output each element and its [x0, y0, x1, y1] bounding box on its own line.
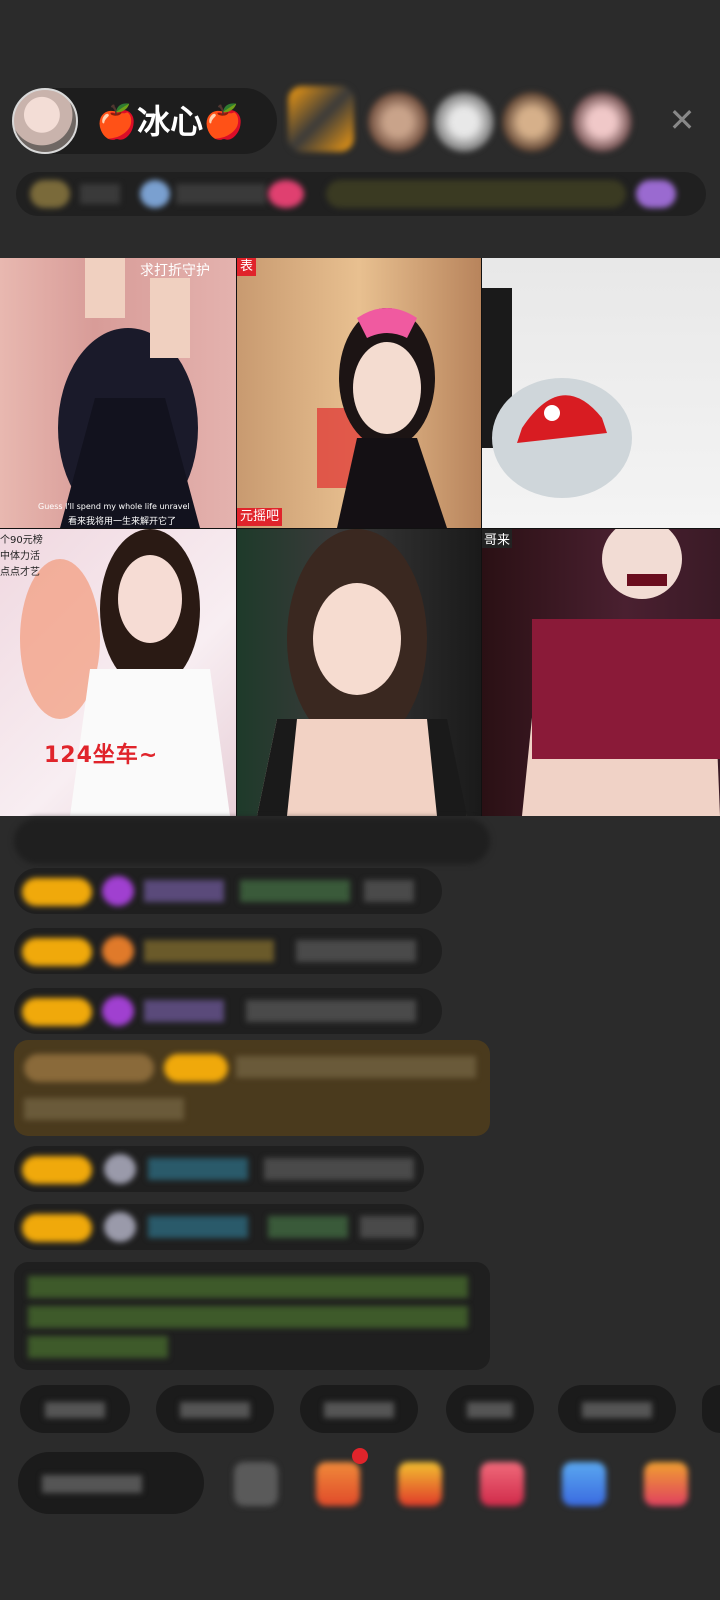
level-badge — [22, 998, 92, 1026]
chat-username[interactable] — [144, 880, 224, 902]
red-packet-icon[interactable] — [398, 1462, 442, 1506]
video-tile[interactable] — [237, 529, 481, 816]
video-tile[interactable]: 表 元摇吧 — [237, 258, 481, 528]
chat-input[interactable] — [18, 1452, 204, 1514]
tile-tag: 表 — [237, 258, 257, 276]
quick-reply-button[interactable] — [300, 1385, 418, 1433]
more-icon[interactable] — [644, 1462, 688, 1506]
rank-chip[interactable] — [30, 180, 70, 208]
tile-caption: 个90元榜 — [0, 535, 43, 546]
video-tile[interactable]: 求打折守护 Guess I'll spend my whole life unr… — [0, 258, 236, 528]
chat-message[interactable] — [14, 868, 442, 914]
host-name: 🍎冰心🍎 — [96, 102, 245, 141]
chat-content — [236, 1056, 476, 1078]
chat-username[interactable] — [144, 940, 274, 962]
chat-content — [24, 1098, 184, 1120]
gift-chip[interactable] — [636, 180, 676, 208]
video-frame — [257, 529, 467, 816]
chat-message[interactable] — [14, 818, 490, 864]
video-tile[interactable]: 哥来 — [482, 529, 720, 816]
chat-username[interactable] — [144, 1000, 224, 1022]
gift-icon[interactable] — [316, 1462, 360, 1506]
notice-text — [28, 1336, 168, 1358]
video-frame — [482, 288, 632, 498]
fan-badge-icon — [104, 1154, 136, 1184]
quick-reply-button[interactable] — [702, 1385, 720, 1433]
viewer-avatar[interactable] — [434, 92, 494, 152]
level-badge — [22, 878, 92, 906]
emoji-icon[interactable] — [234, 1462, 278, 1506]
chat-content — [364, 880, 414, 902]
quick-reply-button[interactable] — [156, 1385, 274, 1433]
hot-text — [176, 184, 266, 204]
video-frame — [317, 308, 447, 528]
fan-badge-icon — [102, 936, 134, 966]
video-frame — [58, 258, 200, 528]
chat-content — [360, 1216, 416, 1238]
chat-content — [264, 1158, 414, 1180]
tile-caption: 求打折守护 — [140, 263, 210, 279]
fan-badge-icon — [104, 1212, 136, 1242]
notice-text — [28, 1306, 468, 1328]
chat-content — [240, 880, 350, 902]
viewer-avatar[interactable] — [502, 92, 562, 152]
video-frame — [522, 529, 720, 816]
video-grid: 求打折守护 Guess I'll spend my whole life unr… — [0, 258, 720, 816]
fan-badge-icon — [102, 876, 134, 906]
host-avatar[interactable] — [12, 88, 78, 154]
notice-text — [28, 1276, 468, 1298]
tile-tag: 哥来 — [482, 529, 513, 548]
chat-content — [268, 1216, 348, 1238]
chat-message[interactable] — [14, 1146, 424, 1192]
viewer-avatar[interactable] — [368, 92, 428, 152]
tile-subtitle-en: Guess I'll spend my whole life unravel — [38, 502, 190, 511]
follow-chip[interactable] — [268, 180, 304, 208]
tile-caption: 点点才艺 — [0, 567, 40, 578]
chat-content — [246, 1000, 416, 1022]
fan-badge-icon — [102, 996, 134, 1026]
system-badge — [164, 1054, 228, 1082]
game-icon[interactable] — [480, 1462, 524, 1506]
quick-reply-button[interactable] — [20, 1385, 130, 1433]
tile-subtitle-cn: 看来我将用一生来解开它了 — [68, 517, 177, 527]
quick-reply-button[interactable] — [446, 1385, 534, 1433]
close-icon[interactable]: ✕ — [662, 100, 702, 140]
video-tile[interactable] — [482, 258, 720, 528]
tile-tag: 元摇吧 — [237, 508, 283, 526]
tile-overlay-text: 124坐车~ — [44, 743, 159, 768]
level-badge — [22, 1214, 92, 1242]
quick-reply-button[interactable] — [558, 1385, 676, 1433]
share-icon[interactable] — [562, 1462, 606, 1506]
level-badge — [22, 938, 92, 966]
chat-message[interactable] — [14, 988, 442, 1034]
rank-text — [80, 184, 120, 204]
viewer-avatar[interactable] — [572, 92, 632, 152]
level-badge — [22, 1156, 92, 1184]
chat-content — [296, 940, 416, 962]
room-info-bar[interactable] — [16, 172, 706, 216]
system-message[interactable] — [14, 1040, 490, 1136]
chat-username[interactable] — [148, 1158, 248, 1180]
notification-dot — [352, 1448, 368, 1464]
marquee-chip — [326, 180, 626, 208]
chat-message[interactable] — [14, 1204, 424, 1250]
system-badge — [24, 1054, 154, 1082]
video-tile[interactable]: 个90元榜 中体力活 点点才艺 124坐车~ — [0, 529, 236, 816]
room-notice — [14, 1262, 490, 1370]
viewer-avatar[interactable] — [288, 86, 354, 152]
tile-caption: 中体力活 — [0, 551, 40, 562]
chat-message[interactable] — [14, 928, 442, 974]
hot-chip[interactable] — [140, 180, 170, 208]
chat-username[interactable] — [148, 1216, 248, 1238]
